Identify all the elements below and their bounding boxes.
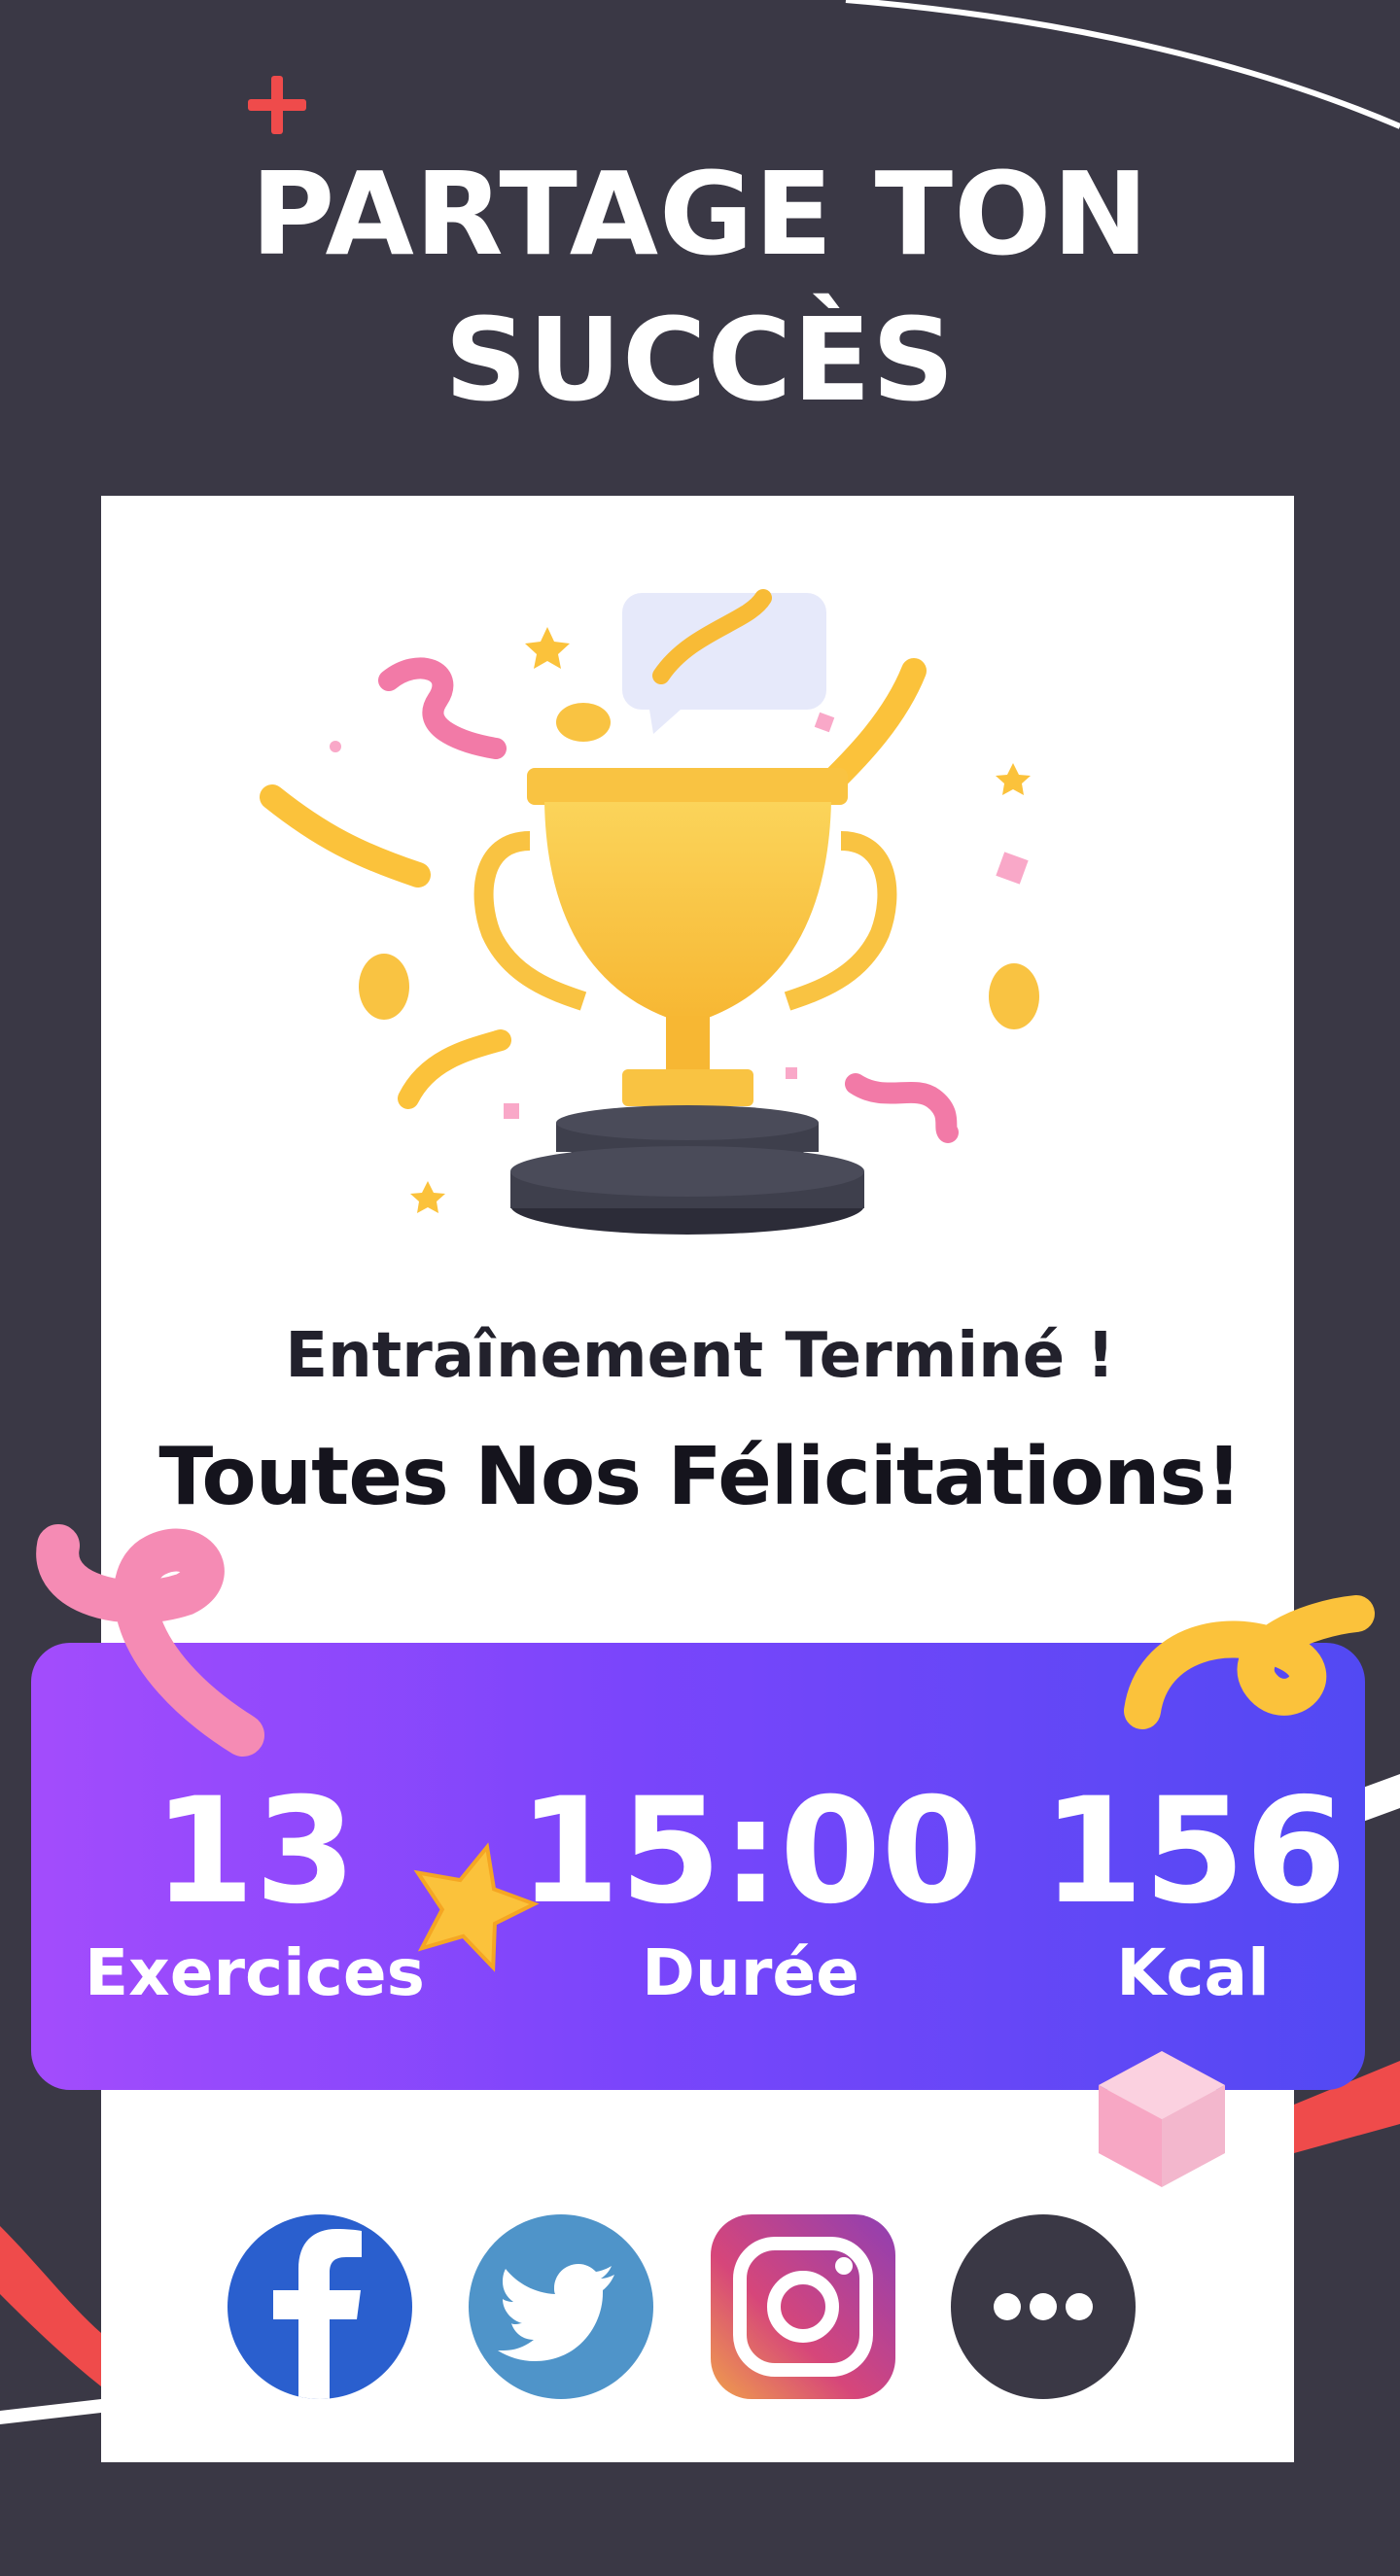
- instagram-share-button[interactable]: [711, 2214, 895, 2399]
- more-icon: [951, 2214, 1136, 2399]
- stat-label: Exercices: [85, 1935, 425, 2010]
- stat-label: Kcal: [1116, 1935, 1270, 2010]
- title-line-1: PARTAGE TON: [250, 147, 1150, 281]
- page-title: PARTAGE TON SUCCÈS: [0, 141, 1400, 433]
- facebook-share-button[interactable]: [228, 2214, 412, 2399]
- twitter-share-button[interactable]: [469, 2214, 653, 2399]
- twitter-icon: [469, 2214, 653, 2399]
- facebook-icon: [228, 2214, 412, 2399]
- stat-value: 156: [1042, 1767, 1348, 1936]
- congratulations-text: Toutes Nos Félicitations!: [158, 1431, 1242, 1523]
- stat-value: 13: [153, 1767, 357, 1936]
- more-share-button[interactable]: [951, 2214, 1136, 2399]
- star-decoration: [413, 1842, 540, 1972]
- instagram-icon: [711, 2214, 895, 2399]
- pink-ribbon-decoration: [36, 1524, 264, 1757]
- stat-duration: 15:00 Durée: [498, 1643, 1003, 2090]
- cube-decoration: [1099, 2051, 1225, 2187]
- trophy-illustration: [260, 589, 1039, 1235]
- workout-complete-text: Entraînement Terminé !: [285, 1320, 1115, 1392]
- stat-label: Durée: [642, 1935, 859, 2010]
- yellow-ribbon-decoration: [1124, 1595, 1375, 1729]
- title-line-2: SUCCÈS: [444, 293, 956, 427]
- stat-value: 15:00: [518, 1767, 983, 1936]
- plus-icon: [248, 76, 306, 134]
